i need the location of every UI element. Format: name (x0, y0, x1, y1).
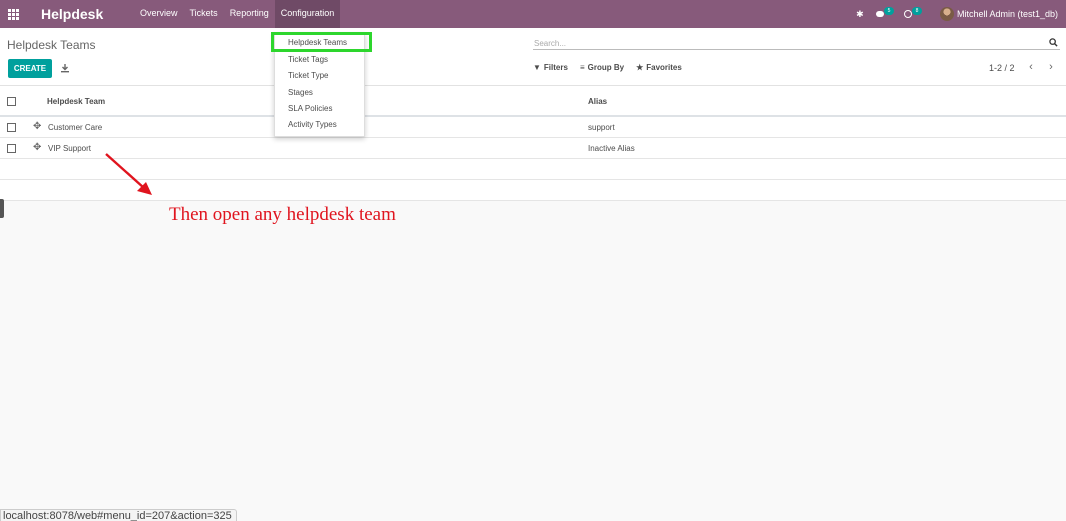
menu-overview[interactable]: Overview (134, 0, 184, 28)
annotation-arrow (105, 153, 152, 195)
team-name: VIP Support (48, 144, 91, 153)
breadcrumb: Helpdesk Teams (7, 38, 96, 52)
messages-badge: 5 (883, 7, 894, 15)
activities-icon[interactable]: 8 (903, 7, 922, 19)
filter-icon: ▼ (533, 63, 541, 72)
favorites-button[interactable]: ★ Favorites (636, 63, 682, 72)
dropdown-item-sla-policies[interactable]: SLA Policies (288, 104, 332, 113)
highlight-box (271, 32, 372, 52)
menu-configuration[interactable]: Configuration (274, 0, 341, 28)
annotation-text: Then open any helpdesk team (169, 204, 396, 225)
menu-reporting[interactable]: Reporting (224, 0, 275, 28)
activities-badge: 8 (911, 7, 922, 15)
top-menu: Overview Tickets Reporting Configuration (134, 0, 341, 28)
apps-menu-icon[interactable] (8, 9, 19, 20)
team-alias: support (588, 123, 615, 132)
favorites-label: Favorites (646, 63, 682, 72)
row-checkbox[interactable] (7, 123, 16, 132)
list-header: Helpdesk Team Alias (0, 86, 1066, 117)
search-input[interactable] (534, 37, 1034, 49)
star-icon: ★ (636, 63, 644, 72)
download-icon[interactable] (60, 63, 70, 73)
user-avatar[interactable] (939, 7, 954, 21)
drag-handle-icon[interactable]: ✥ (33, 121, 41, 132)
app-brand[interactable]: Helpdesk (41, 6, 103, 22)
search-bar (533, 37, 1060, 50)
groupby-label: Group By (587, 63, 625, 72)
drag-handle-icon[interactable]: ✥ (33, 142, 41, 153)
row-checkbox[interactable] (7, 144, 16, 153)
chat-bubble-icon (875, 11, 884, 17)
filters-button[interactable]: ▼ Filters (533, 63, 568, 72)
filters-label: Filters (543, 63, 568, 72)
menu-tickets[interactable]: Tickets (184, 0, 224, 28)
search-options: ▼ Filters ≡ Group By ★ Favorites (533, 63, 694, 72)
user-menu[interactable]: Mitchell Admin (test1_db) (957, 9, 1058, 19)
pager-value[interactable]: 1-2 / 2 (989, 63, 1015, 73)
top-navbar: Helpdesk Overview Tickets Reporting Conf… (0, 0, 1066, 28)
systray: ✱ 5 8 Mitchell Admin (test1_db) (854, 0, 1058, 28)
select-all-checkbox[interactable] (7, 97, 16, 106)
bars-icon: ≡ (579, 63, 585, 72)
side-tab[interactable] (0, 199, 4, 218)
dropdown-item-ticket-type[interactable]: Ticket Type (288, 71, 328, 80)
pager-nav: ‹ › (1025, 62, 1065, 73)
dropdown-item-activity-types[interactable]: Activity Types (288, 120, 337, 129)
control-panel: Helpdesk Teams CREATE ▼Filters ≡Group By… (0, 28, 1066, 86)
dropdown-item-ticket-tags[interactable]: Ticket Tags (288, 55, 328, 64)
column-header-team[interactable]: Helpdesk Team (47, 97, 105, 106)
messages-icon[interactable]: 5 (875, 7, 894, 19)
create-button[interactable]: CREATE (8, 59, 52, 78)
dropdown-item-stages[interactable]: Stages (288, 88, 313, 97)
column-header-alias[interactable]: Alias (588, 97, 607, 106)
clock-icon (903, 10, 912, 18)
team-name: Customer Care (48, 123, 103, 132)
debug-bug-icon[interactable]: ✱ (854, 9, 866, 20)
groupby-button[interactable]: ≡ Group By (580, 63, 624, 72)
pager-previous-icon[interactable]: ‹ (1025, 62, 1037, 73)
pager-next-icon[interactable]: › (1045, 62, 1057, 73)
table-row[interactable]: ✥ Customer Care support (0, 117, 1066, 138)
team-alias: Inactive Alias (588, 144, 635, 153)
search-icon[interactable] (1049, 38, 1058, 47)
status-bar-url: localhost:8078/web#menu_id=207&action=32… (0, 509, 237, 521)
